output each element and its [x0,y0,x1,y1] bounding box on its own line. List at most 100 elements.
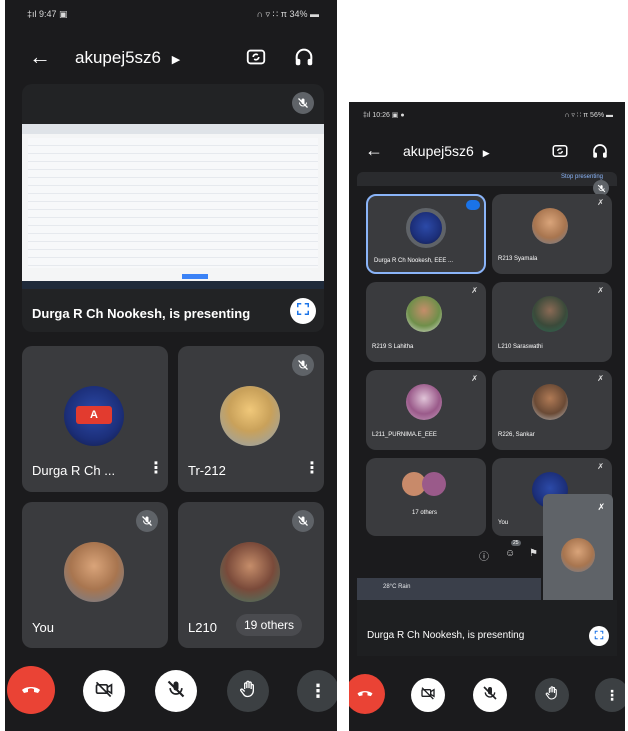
people-icon[interactable]: ☺ [505,548,515,559]
participant-tile[interactable]: Tr-212 ⋮ [178,346,324,492]
mic-off-icon [482,685,498,706]
participant-name: R219 S Lahitha [372,344,414,350]
participant-name: Tr-212 [188,463,226,478]
flag-icon[interactable]: ⚑ [529,548,538,559]
mic-toggle-button[interactable] [155,670,197,712]
back-arrow-icon[interactable]: ← [365,140,383,161]
shared-screen-preview: 28°C Rain [357,578,541,600]
participant-tile[interactable]: 17 others [366,458,486,536]
status-bar: ‡ıl 9:47 ▣ ∩ ▿ ∷ π 34% ▬ [5,0,337,28]
meeting-code: akupej5sz6 [403,143,474,159]
mic-off-icon [292,510,314,532]
meeting-code-title[interactable]: akupej5sz6 ▶ [75,48,180,68]
switch-camera-icon[interactable] [243,44,269,70]
shared-screen-preview [22,124,324,289]
right-phone-screen: ‡ıl 10:26 ▣ ● ∩ ▿ ∷ π 56% ▬ ← akupej5sz6… [349,102,625,731]
hand-icon [238,679,258,704]
participant-tile[interactable]: You [22,502,168,648]
participant-name: You [498,520,509,526]
presenting-caption: Durga R Ch Nookesh, is presenting [367,630,525,641]
mic-toggle-button[interactable] [473,678,507,712]
fullscreen-button[interactable] [589,626,609,646]
mic-off-icon: ✗ [471,374,478,383]
participant-tile[interactable]: ✗ R213 Syamala [492,194,612,274]
chevron-right-icon: ▶ [482,148,490,158]
camera-toggle-button[interactable] [83,670,125,712]
mic-off-icon [292,92,314,114]
mic-off-icon [292,354,314,376]
avatar [406,296,442,332]
switch-camera-icon[interactable] [549,140,571,162]
more-options-button[interactable]: ⋮ [595,678,625,712]
status-bar: ‡ıl 10:26 ▣ ● ∩ ▿ ∷ π 56% ▬ [349,102,625,130]
presentation-tile[interactable]: Durga R Ch Nookesh, is presenting [22,84,324,332]
participant-tile[interactable]: ✗ R219 S Lahitha [366,282,486,362]
avatar: A [64,386,124,446]
headphones-icon[interactable] [291,44,317,70]
self-view-pip[interactable]: ✗ [543,494,613,616]
more-vert-icon[interactable]: ⋮ [304,458,320,478]
status-right: ∩ ▿ ∷ π 34% ▬ [256,9,319,19]
participant-name: R226, Sankar [498,432,535,438]
fullscreen-button[interactable] [290,298,316,324]
mic-off-icon: ✗ [597,374,604,383]
headphones-icon[interactable] [589,140,611,162]
participant-tile[interactable]: ✗ R226, Sankar [492,370,612,450]
mic-off-icon: ✗ [471,286,478,295]
mic-off-icon [166,679,186,704]
fullscreen-icon [296,302,310,321]
mic-off-icon [136,510,158,532]
back-arrow-icon[interactable]: ← [29,44,51,70]
weather-taskbar-text: 28°C Rain [383,584,411,590]
mic-off-icon: ✗ [597,286,604,295]
presenting-caption: Durga R Ch Nookesh, is presenting [32,306,251,321]
participant-name: Durga R Ch ... [32,463,116,478]
avatar [422,472,446,496]
participant-tile[interactable]: L210 19 others [178,502,324,648]
participant-tile[interactable]: ✗ L211_PURNIMA.E_EEE [366,370,486,450]
others-count: 17 others [412,510,438,516]
avatar [532,208,568,244]
participant-tile[interactable]: Durga R Ch Nookesh, EEE ... [366,194,486,274]
more-vert-icon: ⋮ [605,686,619,703]
camera-off-icon [420,685,436,706]
avatar [220,542,280,602]
avatar [532,296,568,332]
leave-call-button[interactable] [7,666,55,714]
leave-call-button[interactable] [349,674,385,714]
camera-toggle-button[interactable] [411,678,445,712]
raise-hand-button[interactable] [535,678,569,712]
participant-name: L210 [188,620,217,635]
avatar [220,386,280,446]
mic-off-icon: ✗ [597,462,604,471]
end-call-icon [355,682,375,707]
raise-hand-button[interactable] [227,670,269,712]
participant-tile[interactable]: A Durga R Ch ... ⋮ [22,346,168,492]
presentation-strip: Stop presenting [357,172,617,186]
info-icon[interactable]: ⓘ [479,548,489,563]
hand-icon [544,685,560,706]
more-vert-icon[interactable]: ⋮ [148,458,164,478]
avatar [406,208,446,248]
more-options-button[interactable]: ⋮ [297,670,337,712]
meeting-code-title[interactable]: akupej5sz6 ▶ [403,143,490,159]
presentation-caption-bar: Durga R Ch Nookesh, is presenting [357,600,617,656]
avatar [64,542,124,602]
others-count-badge[interactable]: 19 others [236,614,303,636]
stop-presenting-link[interactable]: Stop presenting [561,174,603,180]
meeting-header: ← akupej5sz6 ▶ [349,134,625,174]
participant-name: L210 Saraswathi [498,344,543,350]
participant-name: You [32,620,54,635]
meeting-header: ← akupej5sz6 ▶ [5,38,337,78]
status-right: ∩ ▿ ∷ π 56% ▬ [564,112,613,119]
participant-name: Durga R Ch Nookesh, EEE ... [374,258,454,264]
avatar [532,384,568,420]
status-left: ‡ıl 9:47 ▣ [27,9,68,19]
participant-tile[interactable]: ✗ L210 Saraswathi [492,282,612,362]
participants-count-badge: 25 [511,540,521,546]
meeting-code: akupej5sz6 [75,48,162,67]
avatar [406,384,442,420]
mic-off-icon: ✗ [597,198,604,207]
end-call-icon [19,676,43,705]
mic-off-icon: ✗ [597,502,605,512]
